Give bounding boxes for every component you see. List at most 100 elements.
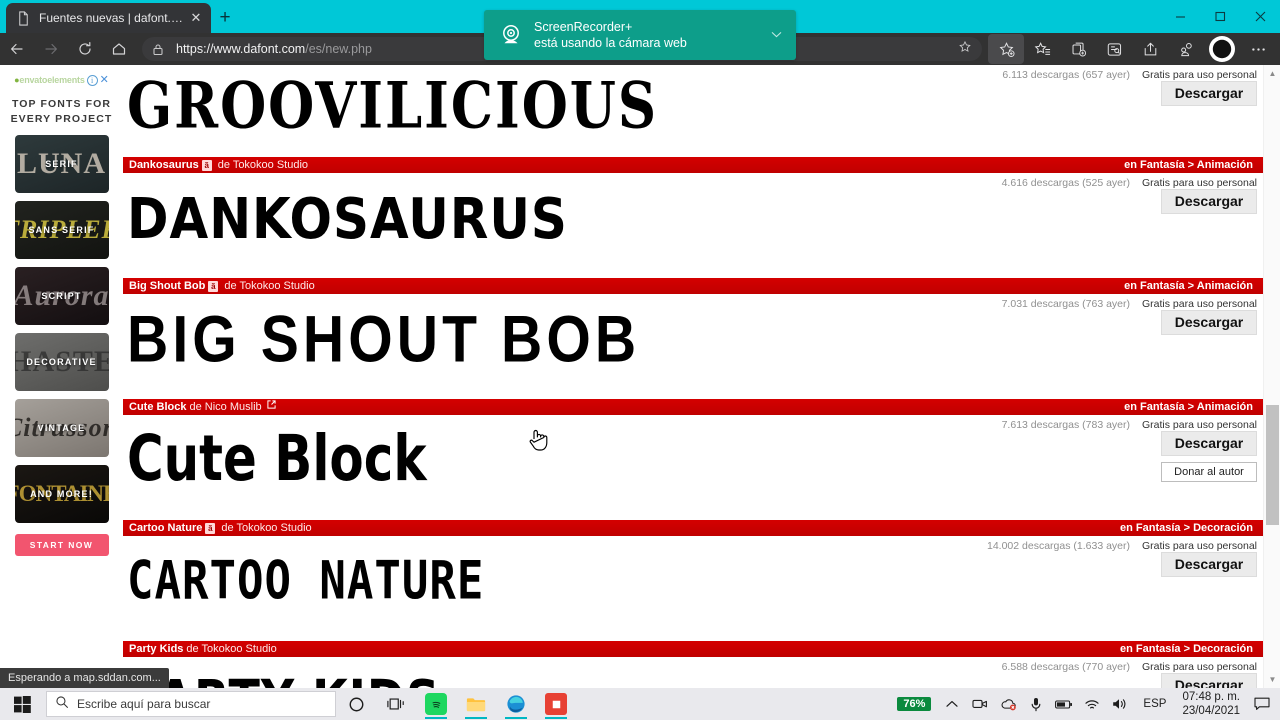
- action-center-icon[interactable]: [1248, 688, 1276, 720]
- sidebar-advertisement[interactable]: ●envatoelements i ✕ TOP FONTS FOR EVERY …: [0, 65, 123, 688]
- battery-percent-badge[interactable]: 76%: [897, 697, 932, 711]
- url-path: /es/new.php: [305, 42, 372, 56]
- ad-info-icon[interactable]: i: [86, 74, 98, 86]
- font-category[interactable]: en Fantasía > Animación: [1124, 399, 1257, 415]
- font-name[interactable]: Dankosaurus: [129, 157, 199, 173]
- refresh-icon[interactable]: [68, 34, 102, 64]
- search-icon: [55, 695, 69, 714]
- font-author[interactable]: de Tokokoo Studio: [218, 157, 308, 173]
- external-link-icon[interactable]: [267, 399, 276, 415]
- author-name: Tokokoo Studio: [239, 280, 315, 292]
- download-button[interactable]: Descargar: [1161, 81, 1257, 106]
- font-preview-image[interactable]: GROOVILICIOUS: [123, 73, 1263, 137]
- taskbar-search-input[interactable]: Escribe aquí para buscar: [46, 691, 336, 717]
- camera-in-use-icon[interactable]: [967, 688, 993, 720]
- font-entry: Cartoo Nature ã de Tokokoo Studio en Fan…: [123, 520, 1263, 641]
- cortana-circle-icon[interactable]: [336, 688, 376, 720]
- scroll-down-icon[interactable]: ▼: [1264, 671, 1280, 688]
- collections-quick-icon[interactable]: [958, 40, 972, 59]
- font-category[interactable]: en Fantasía > Animación: [1124, 157, 1257, 173]
- ad-card-sans-serif[interactable]: TRIPLER SANS SERIF: [14, 201, 109, 259]
- font-category[interactable]: en Fantasía > Decoración: [1120, 520, 1257, 536]
- ad-card-serif[interactable]: LUNA SERIF: [14, 135, 109, 193]
- font-category[interactable]: en Fantasía > Animación: [1124, 278, 1257, 294]
- ad-card-caption: SERIF: [45, 158, 78, 169]
- window-controls: [1160, 0, 1280, 33]
- font-name[interactable]: Party Kids: [129, 641, 183, 657]
- ad-card-vintage[interactable]: Citrusson VINTAGE: [14, 399, 109, 457]
- ad-card-script[interactable]: Aurora SCRIPT: [14, 267, 109, 325]
- chevron-down-icon[interactable]: [771, 29, 786, 41]
- font-name[interactable]: Cartoo Nature: [129, 520, 202, 536]
- page-scrollbar[interactable]: ▲ ▼: [1263, 65, 1280, 688]
- font-author[interactable]: de Nico Muslib: [189, 399, 261, 415]
- clock[interactable]: 07:48 p. m. 23/04/2021: [1176, 690, 1246, 718]
- download-button[interactable]: Descargar: [1161, 552, 1257, 577]
- windows-start-icon[interactable]: [0, 688, 44, 720]
- font-author[interactable]: de Tokokoo Studio: [224, 278, 314, 294]
- battery-icon[interactable]: [1051, 688, 1077, 720]
- ad-close-icon[interactable]: ✕: [100, 74, 109, 86]
- font-preview-text: CARTOO NATURE: [127, 550, 485, 612]
- author-prefix: de: [186, 643, 199, 655]
- address-bar-url: https://www.dafont.com/es/new.php: [176, 42, 372, 56]
- volume-icon[interactable]: [1107, 688, 1133, 720]
- share-icon[interactable]: [1132, 34, 1168, 64]
- maximize-icon[interactable]: [1200, 0, 1240, 33]
- browser-essentials-icon[interactable]: [1168, 34, 1204, 64]
- show-hidden-icons-icon[interactable]: [939, 688, 965, 720]
- screen-recorder-taskbar-icon[interactable]: [536, 688, 576, 720]
- font-actions: Descargar: [1161, 189, 1257, 214]
- scroll-up-icon[interactable]: ▲: [1264, 65, 1280, 82]
- wifi-icon[interactable]: [1079, 688, 1105, 720]
- minimize-icon[interactable]: [1160, 0, 1200, 33]
- scrollbar-thumb[interactable]: [1266, 405, 1279, 525]
- file-explorer-taskbar-icon[interactable]: [456, 688, 496, 720]
- font-downloads: 6.113 descargas (657 ayer): [1002, 68, 1131, 81]
- ad-card-and-more[interactable]: FONTAINE AND MORE!: [14, 465, 109, 523]
- font-category[interactable]: en Fantasía > Decoración: [1120, 641, 1257, 657]
- language-indicator[interactable]: ESP: [1135, 698, 1174, 710]
- collections-icon[interactable]: [1060, 34, 1096, 64]
- font-entry: Dankosaurus ã de Tokokoo Studio en Fanta…: [123, 157, 1263, 278]
- font-name[interactable]: Cute Block: [129, 399, 186, 415]
- back-icon[interactable]: [0, 34, 34, 64]
- font-author[interactable]: de Tokokoo Studio: [221, 520, 311, 536]
- onedrive-error-icon[interactable]: [995, 688, 1021, 720]
- spotify-taskbar-icon[interactable]: [416, 688, 456, 720]
- microsoft-edge-taskbar-icon[interactable]: [496, 688, 536, 720]
- download-button[interactable]: Descargar: [1161, 310, 1257, 335]
- microphone-icon[interactable]: [1023, 688, 1049, 720]
- close-window-icon[interactable]: [1240, 0, 1280, 33]
- immersive-reader-icon[interactable]: [1096, 34, 1132, 64]
- ad-start-now-button[interactable]: START NOW: [14, 534, 109, 556]
- more-options-icon[interactable]: [1240, 34, 1276, 64]
- font-entry: 6.113 descargas (657 ayer) Gratis para u…: [123, 65, 1263, 157]
- home-icon[interactable]: [102, 34, 136, 64]
- new-tab-button[interactable]: +: [212, 5, 238, 31]
- close-icon[interactable]: ✕: [187, 9, 205, 27]
- download-button[interactable]: Descargar: [1161, 189, 1257, 214]
- donate-button[interactable]: Donar al autor: [1161, 462, 1257, 482]
- app-running-underline: [425, 717, 447, 719]
- font-preview-image[interactable]: Cute Block: [123, 428, 1263, 491]
- browser-tab-dafont[interactable]: Fuentes nuevas | dafont.com ✕: [6, 3, 211, 33]
- favorite-star-icon[interactable]: [988, 34, 1024, 64]
- font-name[interactable]: Big Shout Bob: [129, 278, 205, 294]
- download-button[interactable]: Descargar: [1161, 673, 1257, 688]
- webcam-in-use-notification[interactable]: ScreenRecorder+ está usando la cámara we…: [484, 10, 796, 60]
- font-downloads: 4.616 descargas (525 ayer): [1001, 176, 1131, 189]
- font-author[interactable]: de Tokokoo Studio: [186, 641, 276, 657]
- ad-card-decorative[interactable]: HASTE DECORATIVE: [14, 333, 109, 391]
- forward-icon[interactable]: [34, 34, 68, 64]
- font-preview-image[interactable]: DANKOSAURUS: [123, 189, 1263, 247]
- font-preview-image[interactable]: BIG SHOUT BOB: [123, 305, 1263, 372]
- font-preview-image[interactable]: PARTY KIDS: [123, 673, 1263, 688]
- profile-avatar[interactable]: [1209, 36, 1235, 62]
- font-preview-image[interactable]: CARTOO NATURE: [123, 552, 1263, 608]
- favorites-list-icon[interactable]: [1024, 34, 1060, 64]
- browser-window: Fuentes nuevas | dafont.com ✕ + https://…: [0, 0, 1280, 720]
- download-button[interactable]: Descargar: [1161, 431, 1257, 456]
- font-preview-wrap: DANKOSAURUS Descargar: [123, 189, 1263, 273]
- task-view-icon[interactable]: [376, 688, 416, 720]
